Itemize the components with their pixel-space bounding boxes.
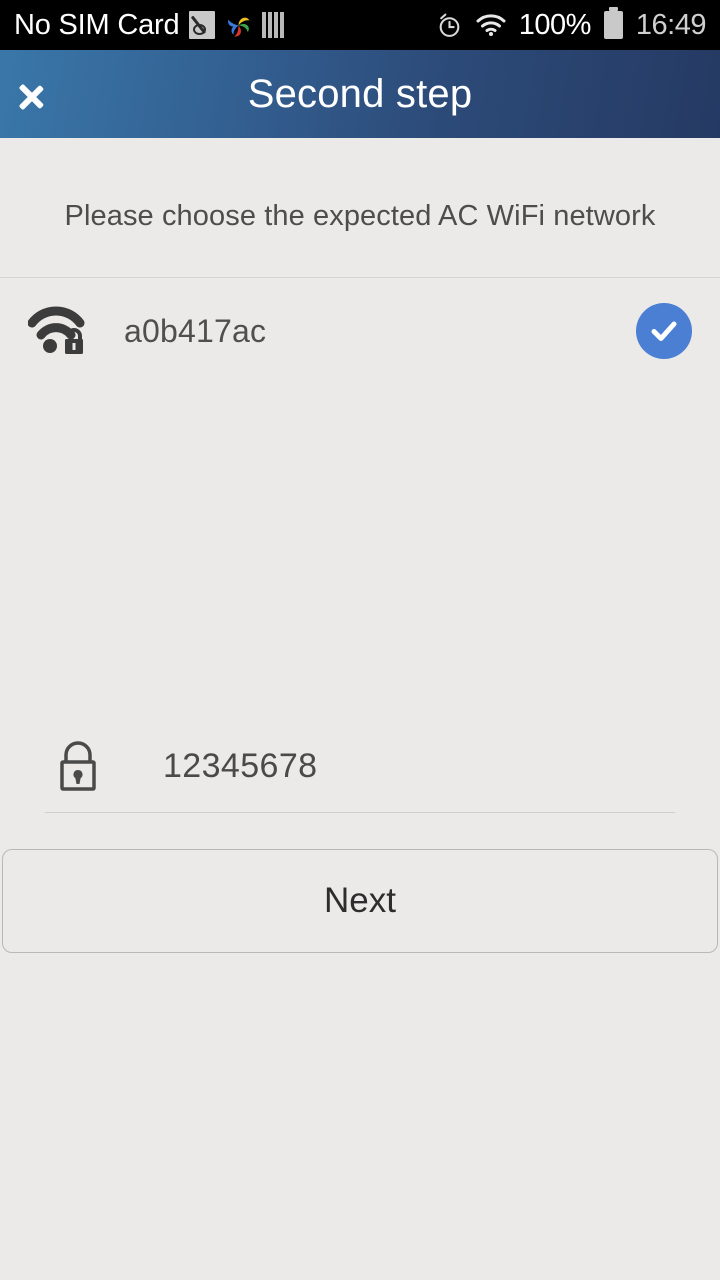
check-circle-icon[interactable] (636, 303, 692, 359)
main-content: Please choose the expected AC WiFi netwo… (0, 138, 720, 953)
network-list-item[interactable]: a0b417ac (0, 278, 720, 384)
chevron-left-icon (34, 79, 64, 109)
status-bar: No SIM Card 100% 16:49 (0, 0, 720, 50)
carrier-label: No SIM Card (14, 8, 180, 41)
status-bar-right: 100% 16:49 (436, 7, 707, 42)
alarm-clock-icon (436, 12, 463, 39)
app-header: Second step (0, 50, 720, 138)
status-bar-left: No SIM Card (14, 9, 286, 42)
clock-label: 16:49 (635, 8, 707, 41)
battery-percent-label: 100% (518, 8, 592, 41)
password-input[interactable]: 12345678 (163, 747, 317, 786)
sim-card-disabled-icon (189, 11, 216, 39)
wifi-locked-icon (27, 305, 96, 357)
instruction-text: Please choose the expected AC WiFi netwo… (64, 200, 656, 232)
lock-icon (55, 738, 101, 794)
wifi-icon (476, 14, 506, 36)
password-field-row[interactable]: 12345678 (0, 720, 720, 812)
network-ssid-label: a0b417ac (124, 312, 267, 349)
next-button-label: Next (324, 881, 396, 920)
pinwheel-app-icon (225, 12, 252, 39)
next-button[interactable]: Next (2, 849, 718, 953)
battery-icon (603, 7, 623, 39)
back-button[interactable] (10, 50, 88, 138)
password-field-underline (45, 812, 675, 813)
signal-bars-icon (262, 12, 286, 38)
page-title: Second step (247, 71, 473, 116)
